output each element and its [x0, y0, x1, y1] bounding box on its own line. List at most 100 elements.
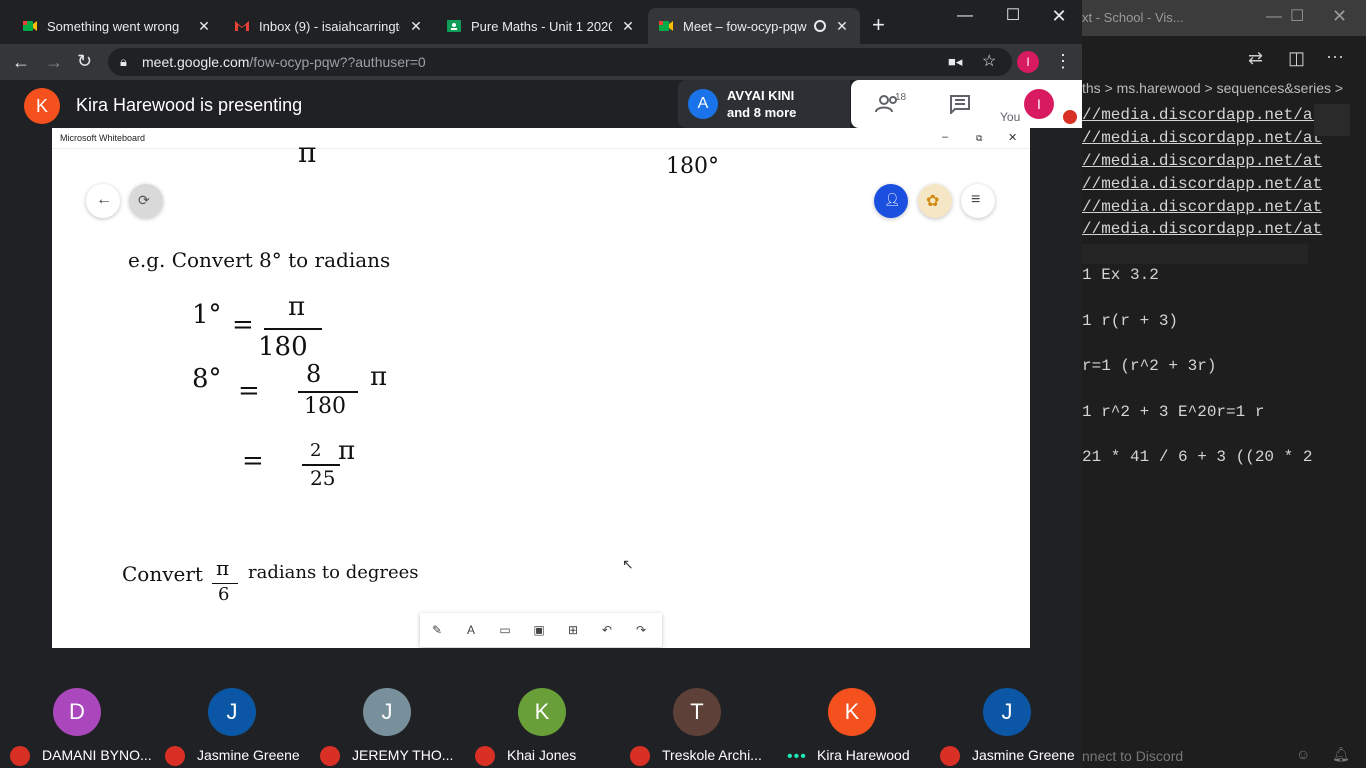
participant-name: DAMANI BYNO... [42, 747, 152, 763]
new-tab-button[interactable]: + [872, 14, 885, 36]
people-preview-card[interactable]: A AVYAI KINI and 8 more [678, 80, 850, 128]
browser-toolbar: ← → ↻ 🔒︎ meet.google.com/fow-ocyp-pqw??a… [0, 44, 1082, 80]
sync-icon: ⟳ [138, 192, 150, 208]
chat-icon[interactable] [949, 94, 971, 119]
code-link[interactable]: //media.discordapp.net/at [1082, 152, 1322, 170]
vs-close-button[interactable]: ✕ [1332, 6, 1347, 27]
wb-restore-button[interactable]: ⧉ [976, 133, 982, 144]
mic-off-icon [1063, 110, 1077, 124]
code-link[interactable]: //media.discordapp.net/at [1082, 175, 1322, 193]
eq3-numerator: 2 [310, 440, 322, 461]
feedback-icon[interactable]: ☺ [1296, 746, 1310, 762]
eq1-equals: = [232, 310, 254, 340]
participant-tile[interactable]: K Khai Jones [465, 648, 621, 768]
settings-menu-button[interactable]: ≡ [961, 184, 995, 218]
participant-tiles: D DAMANI BYNO... J Jasmine Greene J JERE… [0, 648, 1082, 768]
tab-title: Pure Maths - Unit 1 2020 - 2 [471, 18, 612, 34]
tab-title: Something went wrong [47, 18, 180, 34]
minimize-window-button[interactable]: — [942, 4, 988, 28]
url-path: /fow-ocyp-pqw??authuser=0 [249, 54, 426, 70]
pen-icon[interactable]: ✎ [430, 623, 444, 637]
lock-icon: 🔒︎ [120, 54, 127, 69]
code-line-highlight [1082, 244, 1308, 264]
hamburger-icon: ≡ [971, 191, 981, 208]
close-tab-icon[interactable]: ✕ [834, 18, 850, 35]
image-icon[interactable]: ▣ [532, 623, 546, 637]
people-card-line1: AVYAI KINI [727, 88, 795, 103]
vs-minimize-button[interactable]: — [1266, 8, 1282, 26]
back-button[interactable]: ← [86, 184, 120, 218]
undo-icon[interactable]: ↶ [600, 623, 614, 637]
code-link[interactable]: //media.discordapp.net/at [1082, 220, 1322, 238]
top-fragment-pi: π [298, 136, 317, 169]
profile-avatar[interactable]: I [1017, 51, 1039, 73]
sync-button[interactable]: ⟳ [129, 184, 163, 218]
mic-off-icon [630, 746, 650, 766]
code-link[interactable]: //media.discordapp.net/at [1082, 129, 1322, 147]
menu-dots-icon[interactable]: ⋮ [1054, 52, 1072, 70]
avatar: K [828, 688, 876, 736]
recording-indicator-icon [814, 20, 826, 32]
maximize-window-button[interactable]: ☐ [990, 4, 1036, 28]
minimap[interactable] [1314, 104, 1350, 136]
insert-icon[interactable]: ⊞ [566, 623, 580, 637]
participant-tile[interactable]: K ••• Kira Harewood [775, 648, 931, 768]
eq3-equals: = [242, 446, 264, 476]
people-card-line2: and 8 more [727, 105, 797, 120]
user-avatar-button[interactable]: ✿ [918, 184, 952, 218]
speaking-dots-icon: ••• [787, 748, 807, 765]
whiteboard-window: Microsoft Whiteboard – ⧉ ✕ π 180° ← ⟳ 👤︎… [52, 128, 1030, 648]
wb-close-button[interactable]: ✕ [1008, 131, 1017, 144]
close-tab-icon[interactable]: ✕ [196, 18, 212, 35]
participant-name: Kira Harewood [817, 747, 910, 763]
close-tab-icon[interactable]: ✕ [620, 18, 636, 35]
mic-off-icon [940, 746, 960, 766]
star-icon[interactable]: ☆ [982, 48, 996, 76]
more-actions-icon[interactable]: ··· [1326, 46, 1344, 67]
note-icon[interactable]: ▭ [498, 623, 512, 637]
compare-icon[interactable]: ⇄ [1248, 48, 1263, 69]
tab-something-went-wrong[interactable]: Something went wrong ✕ [12, 8, 222, 44]
back-arrow-icon: ← [96, 191, 112, 208]
eq1-left: 1° [192, 300, 222, 330]
browser-tab-strip: Something went wrong ✕ Inbox (9) - isaia… [0, 0, 1082, 44]
vscode-titlebar: xt - School - Vis... — ☐ ✕ [1082, 0, 1366, 36]
camera-blocked-icon[interactable]: ■◂ [948, 48, 962, 76]
vs-maximize-button[interactable]: ☐ [1290, 6, 1304, 26]
avatar: J [208, 688, 256, 736]
eq3-denominator: 25 [310, 466, 336, 490]
participant-tile[interactable]: J Jasmine Greene [155, 648, 311, 768]
text-icon[interactable]: A [464, 623, 478, 637]
close-tab-icon[interactable]: ✕ [408, 18, 424, 35]
participant-count-badge: 18 [895, 92, 907, 103]
back-icon[interactable]: ← [12, 53, 30, 71]
tab-inbox[interactable]: Inbox (9) - isaiahcarrington0 ✕ [224, 8, 434, 44]
bell-icon[interactable]: 🔔︎ [1332, 746, 1350, 763]
forward-icon[interactable]: → [45, 53, 63, 71]
discord-status[interactable]: nnect to Discord [1082, 748, 1183, 764]
tab-pure-maths[interactable]: Pure Maths - Unit 1 2020 - 2 ✕ [436, 8, 646, 44]
reload-icon[interactable]: ↻ [77, 52, 92, 70]
invite-button[interactable]: 👤︎ [874, 184, 908, 218]
participant-name: Jasmine Greene [972, 747, 1075, 763]
self-avatar[interactable]: I [1024, 89, 1054, 119]
tab-meet[interactable]: Meet – fow-ocyp-pqw ✕ [648, 8, 860, 44]
participant-name: Jasmine Greene [197, 747, 300, 763]
split-editor-icon[interactable]: ◫ [1288, 48, 1305, 69]
participant-tile[interactable]: T Treskole Archi... [620, 648, 776, 768]
participant-tile[interactable]: J JEREMY THO... [310, 648, 466, 768]
breadcrumb[interactable]: ths > ms.harewood > sequences&series > [1082, 80, 1366, 96]
address-bar[interactable]: 🔒︎ meet.google.com/fow-ocyp-pqw??authuse… [108, 48, 1012, 76]
code-link[interactable]: //media.discordapp.net/at [1082, 106, 1322, 124]
code-link[interactable]: //media.discordapp.net/at [1082, 198, 1322, 216]
participant-tile[interactable]: J Jasmine Greene [930, 648, 1086, 768]
eq2-pi: π [370, 362, 388, 392]
redo-icon[interactable]: ↷ [634, 623, 648, 637]
wb-minimize-button[interactable]: – [942, 131, 948, 143]
add-person-icon: 👤︎ [884, 192, 901, 207]
participant-tile[interactable]: D DAMANI BYNO... [0, 648, 156, 768]
code-line: 1 r^2 + 3 E^20r=1 r [1082, 403, 1265, 421]
avatar: J [363, 688, 411, 736]
url-host: meet.google.com [142, 54, 250, 70]
close-window-button[interactable]: ✕ [1036, 4, 1082, 28]
